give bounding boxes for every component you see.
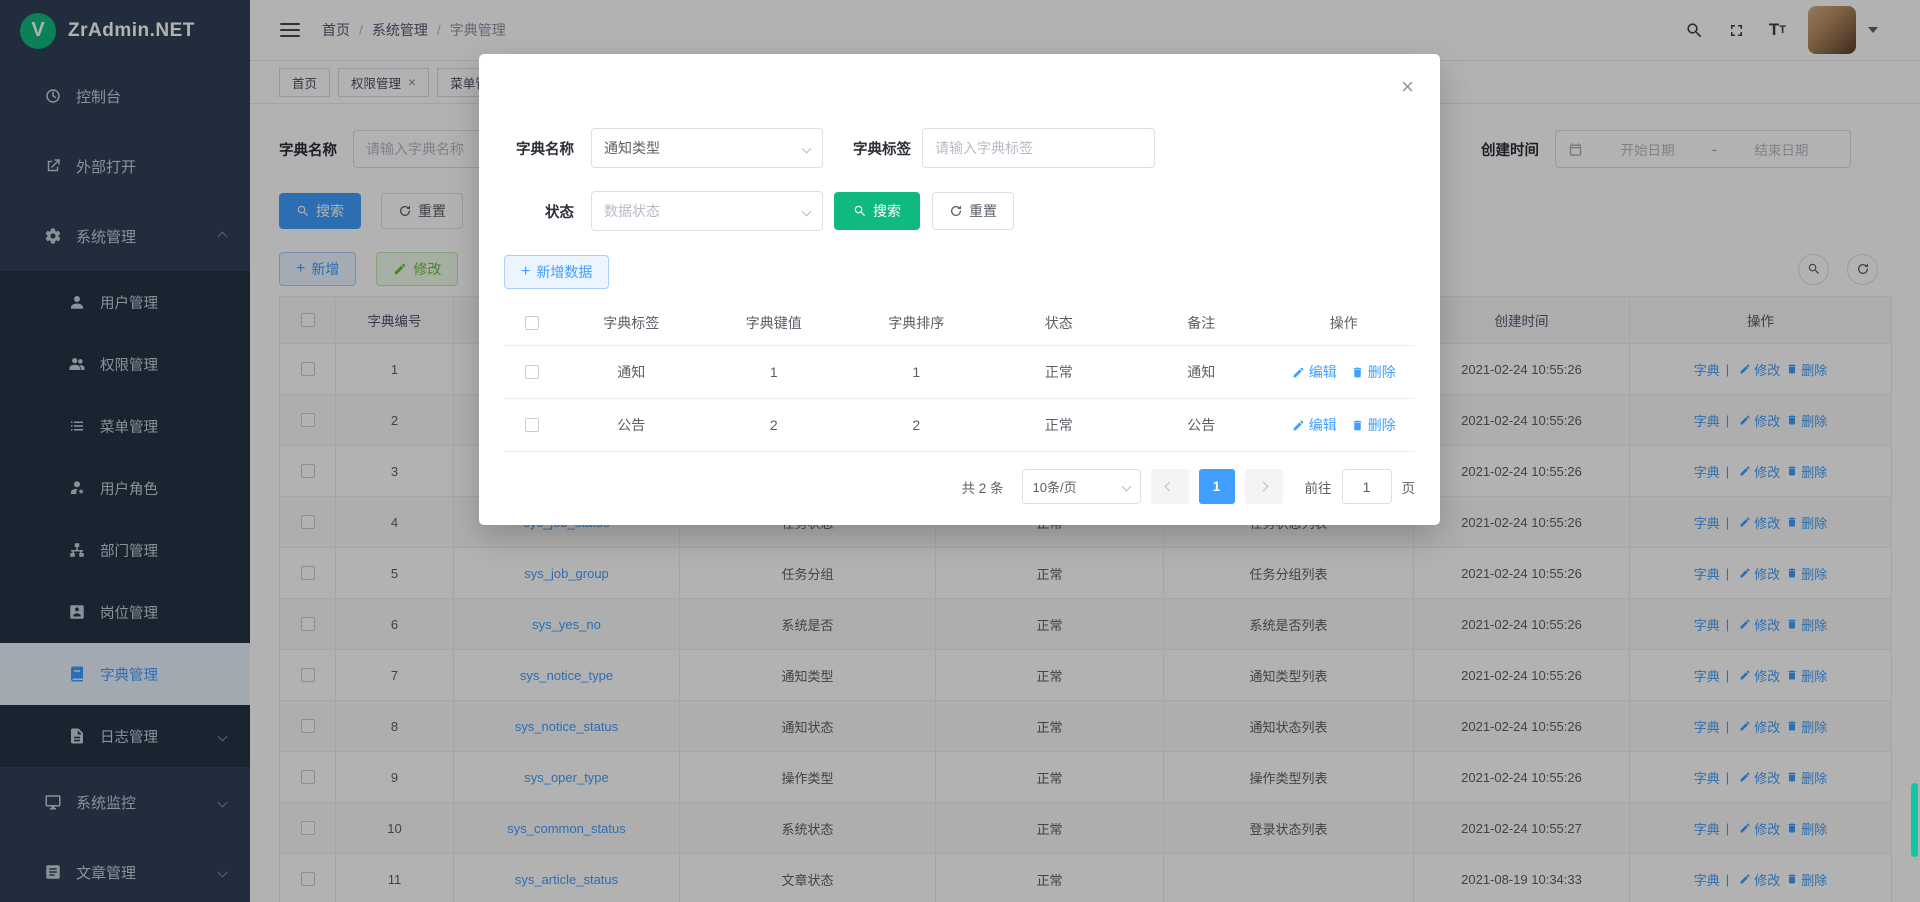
dialog-filter-row-2: 状态 数据状态 搜索 重置 (504, 191, 1415, 231)
next-page-button[interactable] (1245, 469, 1283, 504)
cell-status: 正常 (988, 415, 1131, 435)
edit-link[interactable]: 编辑 (1292, 415, 1337, 435)
dialog-reset-button[interactable]: 重置 (932, 192, 1014, 230)
search-icon (853, 204, 867, 218)
row-checkbox[interactable] (525, 418, 539, 432)
dialog-search-button[interactable]: 搜索 (834, 192, 920, 230)
cell-status: 正常 (988, 362, 1131, 382)
dict-name-label: 字典名称 (504, 138, 574, 159)
cell-remark: 公告 (1130, 415, 1273, 435)
row-checkbox[interactable] (525, 365, 539, 379)
link-label: 删除 (1368, 415, 1396, 435)
pagination-total: 共 2 条 (961, 477, 1003, 497)
cell-value: 1 (703, 364, 846, 380)
column-header-sort: 字典排序 (845, 313, 988, 333)
delete-link[interactable]: 删除 (1351, 362, 1396, 382)
chevron-down-icon (802, 143, 812, 153)
dict-data-table: 字典标签 字典键值 字典排序 状态 备注 操作 通知 1 1 正常 通知 (504, 301, 1415, 452)
trash-icon (1351, 366, 1364, 379)
page-unit-label: 页 (1402, 477, 1416, 497)
chevron-right-icon (1259, 482, 1269, 492)
chevron-down-icon (802, 206, 812, 216)
dialog-table-row: 通知 1 1 正常 通知 编辑 删除 (504, 346, 1415, 399)
dict-name-select[interactable]: 通知类型 (591, 128, 823, 168)
prev-page-button[interactable] (1151, 469, 1189, 504)
column-header-label: 字典标签 (560, 313, 703, 333)
dialog-filter-row-1: 字典名称 通知类型 字典标签 (504, 128, 1415, 168)
cell-actions: 编辑 删除 (1273, 415, 1416, 435)
select-all-checkbox[interactable] (525, 316, 539, 330)
pencil-icon (1292, 366, 1305, 379)
plus-icon: + (521, 264, 530, 280)
button-label: 新增数据 (536, 262, 592, 282)
goto-label: 前往 (1305, 477, 1332, 497)
refresh-icon (949, 204, 963, 218)
column-header-remark: 备注 (1130, 313, 1273, 333)
dict-label-label: 字典标签 (841, 138, 911, 159)
add-data-button[interactable]: + 新增数据 (504, 255, 609, 289)
cell-label: 公告 (560, 415, 703, 435)
cell-remark: 通知 (1130, 362, 1273, 382)
page-size-value: 10条/页 (1033, 477, 1117, 496)
link-label: 删除 (1368, 362, 1396, 382)
cell-value: 2 (703, 417, 846, 433)
dict-data-dialog: × 字典名称 通知类型 字典标签 状态 数据状态 搜索 重置 (479, 54, 1440, 525)
chevron-left-icon (1165, 482, 1175, 492)
status-select[interactable]: 数据状态 (591, 191, 823, 231)
button-label: 重置 (969, 201, 997, 221)
chevron-down-icon (1121, 482, 1131, 492)
column-header-value: 字典键值 (703, 313, 846, 333)
link-label: 编辑 (1309, 415, 1337, 435)
page-size-select[interactable]: 10条/页 (1022, 469, 1141, 504)
column-header-ops: 操作 (1273, 313, 1416, 333)
page-number-1[interactable]: 1 (1199, 469, 1235, 504)
cell-actions: 编辑 删除 (1273, 362, 1416, 382)
dialog-body: 字典名称 通知类型 字典标签 状态 数据状态 搜索 重置 (479, 54, 1440, 504)
column-header-status: 状态 (988, 313, 1131, 333)
select-value: 通知类型 (604, 138, 803, 158)
select-placeholder: 数据状态 (604, 201, 803, 221)
button-label: 搜索 (873, 201, 901, 221)
pencil-icon (1292, 419, 1305, 432)
cell-sort: 1 (845, 364, 988, 380)
cell-label: 通知 (560, 362, 703, 382)
link-label: 编辑 (1309, 362, 1337, 382)
table-header: 字典标签 字典键值 字典排序 状态 备注 操作 (504, 301, 1415, 346)
edit-link[interactable]: 编辑 (1292, 362, 1337, 382)
status-label: 状态 (504, 201, 574, 222)
pagination: 共 2 条 10条/页 1 前往 页 (504, 469, 1415, 504)
dialog-table-row: 公告 2 2 正常 公告 编辑 删除 (504, 399, 1415, 452)
page-scrollbar[interactable] (1911, 783, 1918, 857)
close-icon[interactable]: × (1401, 76, 1414, 98)
cell-sort: 2 (845, 417, 988, 433)
goto-page-input[interactable] (1342, 469, 1392, 504)
delete-link[interactable]: 删除 (1351, 415, 1396, 435)
dict-label-input[interactable] (922, 128, 1155, 168)
trash-icon (1351, 419, 1364, 432)
